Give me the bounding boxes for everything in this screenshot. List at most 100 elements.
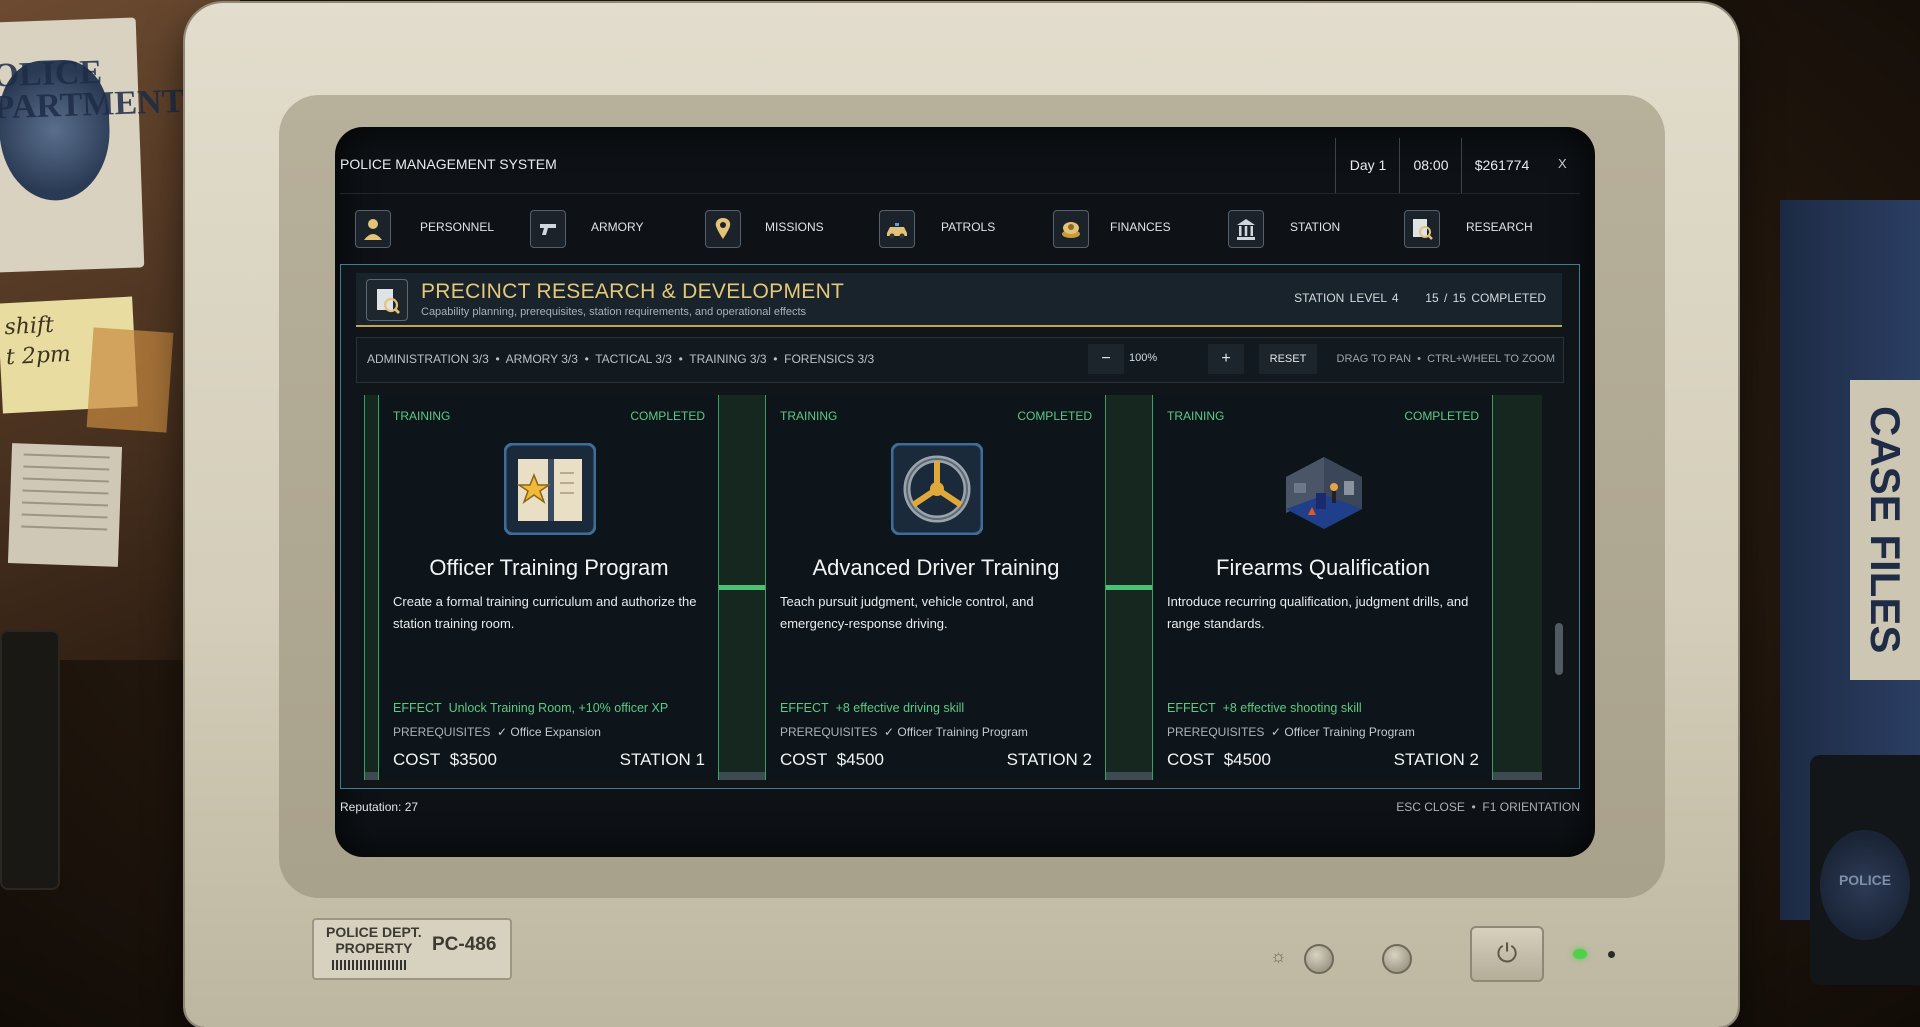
tab-label: RESEARCH: [1466, 220, 1533, 234]
page-subtitle: Capability planning, prerequisites, stat…: [421, 306, 807, 318]
property-label-text: POLICE DEPT. PROPERTY: [326, 924, 422, 956]
connector-column: [364, 395, 379, 780]
firing-range-room-icon: [1278, 443, 1370, 535]
card-description: Create a formal training curriculum and …: [393, 594, 697, 631]
card-prerequisites: PREREQUISITES ✓ Office Expansion: [393, 725, 601, 739]
power-button[interactable]: ⏻: [1470, 926, 1544, 982]
card-category: TRAINING: [1167, 409, 1225, 423]
keyboard-shortcuts: ESC CLOSE • F1 ORIENTATION: [1396, 800, 1580, 814]
main-tabs: PERSONNEL ARMORY MISSIONS PATROLS FINANC…: [340, 206, 1580, 254]
tab-label: PERSONNEL: [420, 220, 495, 234]
pinned-paper: [7, 443, 123, 567]
tab-armory[interactable]: ARMORY: [515, 206, 685, 254]
card-title: Firearms Qualification: [1216, 555, 1430, 580]
panel-header: PRECINCT RESEARCH & DEVELOPMENT Capabili…: [356, 273, 1562, 327]
police-management-app: POLICE MANAGEMENT SYSTEM Day 1 08:00 $26…: [340, 138, 1580, 818]
vertical-scrollbar[interactable]: [1554, 395, 1564, 780]
card-title: Advanced Driver Training: [812, 555, 1060, 580]
tab-finances[interactable]: FINANCES: [1038, 206, 1208, 254]
tab-label: ARMORY: [591, 220, 644, 234]
filter-bar: ADMINISTRATION 3/3 • ARMORY 3/3 • TACTIC…: [356, 337, 1564, 383]
card-cost: COST $4500: [1167, 750, 1271, 769]
station-level: STATION LEVEL 4: [1294, 291, 1399, 305]
research-panel: PRECINCT RESEARCH & DEVELOPMENT Capabili…: [340, 264, 1580, 789]
research-icon: [1404, 210, 1440, 248]
card-cost: COST $4500: [780, 750, 884, 769]
manual-star-icon: [503, 442, 597, 536]
brightness-icon: ☼: [1270, 946, 1287, 966]
zoom-out-button[interactable]: −: [1088, 344, 1124, 374]
barcode: [332, 960, 408, 970]
property-label: POLICE DEPT. PROPERTY PC-486: [312, 918, 512, 980]
patrol-car-icon: [879, 210, 915, 248]
power-led: [1573, 949, 1587, 959]
card-station-requirement: STATION 1: [619, 750, 705, 769]
connector-column: [1492, 395, 1542, 780]
research-icon: [366, 279, 408, 321]
research-tree-canvas[interactable]: TRAINING COMPLETED Officer Training Prog…: [356, 395, 1542, 780]
tab-patrols[interactable]: PATROLS: [864, 206, 1034, 254]
card-description: Introduce recurring qualification, judgm…: [1167, 594, 1469, 631]
activity-led: [1608, 951, 1615, 958]
category-summary: ADMINISTRATION 3/3 • ARMORY 3/3 • TACTIC…: [367, 352, 875, 366]
pan-zoom-hint: DRAG TO PAN • CTRL+WHEEL TO ZOOM: [1336, 353, 1556, 365]
connector-column: [718, 395, 765, 780]
card-prerequisites: PREREQUISITES ✓ Officer Training Program: [1167, 725, 1415, 739]
close-button[interactable]: X: [1558, 156, 1567, 171]
tab-label: MISSIONS: [765, 220, 824, 234]
app-title: POLICE MANAGEMENT SYSTEM: [340, 156, 557, 172]
zoom-level: 100%: [1129, 352, 1158, 364]
building-icon: [1228, 210, 1264, 248]
connector-column: [1105, 395, 1152, 780]
radio-handset: [0, 630, 60, 890]
officer-icon: [355, 210, 391, 248]
mug-seal: POLICE: [1820, 830, 1910, 940]
tab-missions[interactable]: MISSIONS: [690, 206, 860, 254]
card-category: TRAINING: [393, 409, 451, 423]
tab-label: FINANCES: [1110, 220, 1171, 234]
reset-button[interactable]: RESET: [1259, 344, 1317, 374]
card-station-requirement: STATION 2: [1393, 750, 1479, 769]
scrollbar-thumb[interactable]: [1555, 623, 1563, 675]
station-progress: STATION LEVEL 4 15 / 15 COMPLETED: [1294, 291, 1546, 305]
poster-text: OLICE PARTMENT: [0, 53, 186, 127]
card-description: Teach pursuit judgment, vehicle control,…: [780, 594, 1034, 631]
card-status: COMPLETED: [1404, 409, 1479, 423]
day-indicator: Day 1: [1335, 138, 1400, 193]
completed-count: 15 / 15 COMPLETED: [1425, 291, 1546, 305]
card-effect: EFFECT +8 effective shooting skill: [1167, 701, 1362, 715]
tab-label: STATION: [1290, 220, 1341, 234]
card-prerequisites: PREREQUISITES ✓ Officer Training Program: [780, 725, 1028, 739]
time-indicator: 08:00: [1399, 138, 1462, 193]
contrast-knob[interactable]: [1382, 944, 1412, 974]
card-cost: COST $3500: [393, 750, 497, 769]
research-card[interactable]: TRAINING COMPLETED Officer Training Prog…: [378, 395, 720, 780]
card-effect: EFFECT +8 effective driving skill: [780, 701, 965, 715]
research-card[interactable]: TRAINING COMPLETED Firearms Qualificatio…: [1152, 395, 1494, 780]
binder-label: CASE FILES: [1850, 380, 1920, 680]
money-icon: [1053, 210, 1089, 248]
tab-station[interactable]: STATION: [1213, 206, 1383, 254]
card-status: COMPLETED: [630, 409, 705, 423]
reputation-status: Reputation: 27: [340, 800, 419, 814]
map-pin-icon: [705, 210, 741, 248]
card-category: TRAINING: [780, 409, 838, 423]
pistol-icon: [530, 210, 566, 248]
research-card[interactable]: TRAINING COMPLETED Advanced Driver Train…: [765, 395, 1107, 780]
brightness-knob[interactable]: [1304, 944, 1334, 974]
tab-personnel[interactable]: PERSONNEL: [340, 206, 510, 254]
tab-label: PATROLS: [941, 220, 996, 234]
card-station-requirement: STATION 2: [1006, 750, 1092, 769]
titlebar: POLICE MANAGEMENT SYSTEM Day 1 08:00 $26…: [340, 138, 1580, 194]
tab-research[interactable]: RESEARCH: [1389, 206, 1559, 254]
steering-wheel-icon: [890, 442, 984, 536]
page-title: PRECINCT RESEARCH & DEVELOPMENT: [421, 280, 845, 303]
card-title: Officer Training Program: [429, 555, 669, 580]
card-status: COMPLETED: [1017, 409, 1092, 423]
police-poster: OLICE PARTMENT: [0, 17, 185, 273]
zoom-in-button[interactable]: +: [1208, 344, 1244, 374]
sticky-note-orange: [86, 327, 174, 433]
model-label: PC-486: [432, 934, 497, 955]
card-effect: EFFECT Unlock Training Room, +10% office…: [393, 701, 669, 715]
money-indicator: $261774: [1461, 138, 1542, 193]
